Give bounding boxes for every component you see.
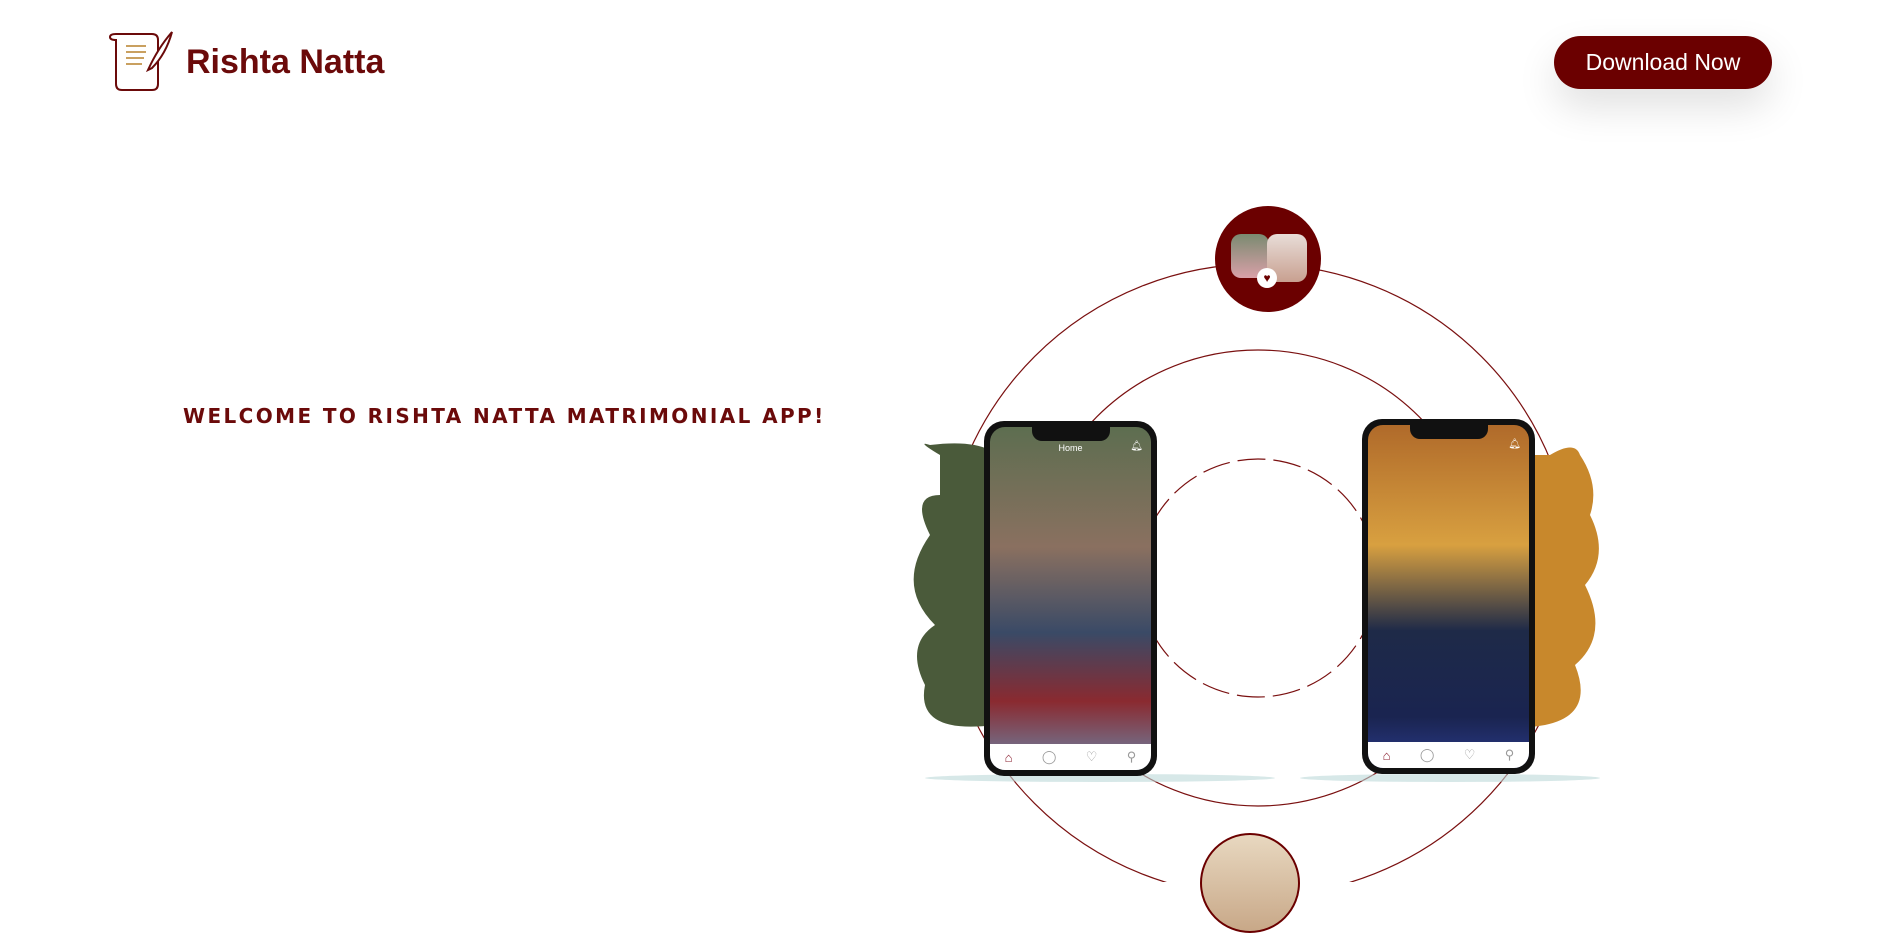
chat-icon[interactable]: ◯ (1042, 749, 1057, 765)
home-icon[interactable]: ⌂ (1383, 748, 1391, 763)
heart-icon: ♥ (1257, 268, 1277, 288)
bottom-nav: ⌂ ◯ ♡ ⚲ (990, 744, 1151, 770)
heart-icon[interactable]: ♡ (1464, 747, 1476, 763)
chat-icon[interactable]: ◯ (1420, 747, 1435, 763)
heart-icon[interactable]: ♡ (1086, 749, 1098, 765)
wedding-photo-badge (1200, 833, 1300, 933)
bell-icon[interactable]: 🔔︎ (1130, 441, 1143, 452)
phone-mockup-left: Home 🔔︎ ⌂ ◯ ♡ ⚲ (984, 421, 1157, 776)
orbit-rings (913, 263, 1600, 882)
profile-icon[interactable]: ⚲ (1505, 747, 1515, 763)
phone-mockup-right: 🔔︎ ⌂ ◯ ♡ ⚲ (1362, 419, 1535, 774)
screen-title: Home (1058, 443, 1083, 453)
home-icon[interactable]: ⌂ (1005, 750, 1013, 765)
bottom-nav: ⌂ ◯ ♡ ⚲ (1368, 742, 1529, 768)
bell-icon[interactable]: 🔔︎ (1508, 439, 1521, 450)
couple-match-badge: ♥ (1215, 206, 1321, 312)
profile-icon[interactable]: ⚲ (1127, 749, 1137, 765)
